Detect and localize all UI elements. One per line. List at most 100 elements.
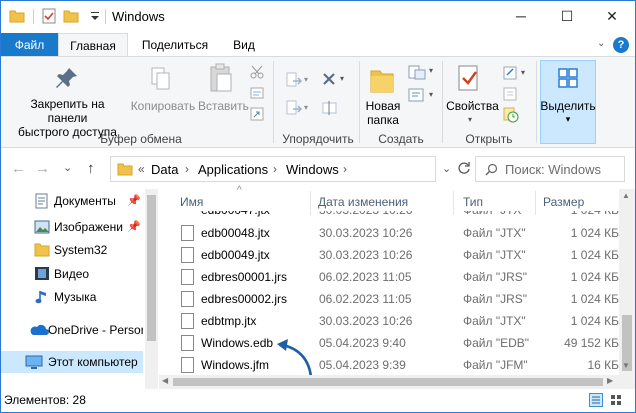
nav-item-video[interactable]: Видео [1,263,143,285]
pin-icon[interactable]: 📌 [127,190,141,212]
column-header-type[interactable]: Тип [463,195,483,209]
pin-icon[interactable] [55,66,79,92]
copy-to-caret-icon[interactable]: ▾ [304,103,308,112]
maximize-button[interactable]: ☐ [544,1,590,32]
tab-home[interactable]: Главная [58,33,128,57]
properties-caret-icon[interactable]: ▾ [468,115,472,124]
open-icon[interactable] [503,65,519,81]
rename-icon[interactable] [322,99,338,117]
folder-icon [34,243,50,257]
table-row[interactable]: edb00047.jtx 30.03.2023 10:26 Файл "JTX"… [171,211,621,221]
minimize-button[interactable]: ─ [498,1,544,32]
table-row[interactable]: edbtmp.jtx 30.03.2023 10:26 Файл "JTX" 1… [171,310,621,332]
copy-to-icon[interactable] [285,99,303,117]
new-item-caret-icon[interactable]: ▾ [429,66,433,75]
customize-qa-icon[interactable] [87,8,103,24]
up-button[interactable]: ↑ [87,160,95,177]
large-icons-view-icon[interactable] [609,393,623,407]
new-item-icon[interactable] [407,63,427,81]
nav-item-this-pc[interactable]: Этот компьютер [1,351,143,373]
nav-item-music[interactable]: Музыка [1,286,143,308]
table-row[interactable]: Windows.jfm 05.04.2023 9:39 Файл "JFM" 1… [171,354,621,376]
nav-item-system32[interactable]: System32 [1,239,143,261]
move-to-caret-icon[interactable]: ▾ [304,75,308,84]
nav-item-documents[interactable]: Документы 📌 [1,190,143,212]
new-folder-button[interactable]: Новая папка [363,99,403,127]
tab-share[interactable]: Поделиться [129,33,221,57]
nav-pane-scrollbar[interactable] [145,189,158,389]
path-separator[interactable]: › [273,162,277,176]
easy-access-caret-icon[interactable]: ▾ [429,90,433,99]
tab-view[interactable]: Вид [223,33,265,57]
ribbon-separator [536,61,537,143]
history-icon[interactable] [503,107,519,123]
address-dropdown-icon[interactable]: ⌄ [442,162,451,175]
scroll-right-icon[interactable]: ▶ [607,376,613,385]
paste-shortcut-icon[interactable] [250,107,264,121]
scroll-up-icon[interactable]: ▲ [622,191,630,200]
search-input[interactable]: Поиск: Windows [475,156,625,182]
path-overflow-icon[interactable]: « [138,162,145,176]
table-row[interactable]: edb00048.jtx 30.03.2023 10:26 Файл "JTX"… [171,222,621,244]
nav-item-onedrive[interactable]: OneDrive - Persor [1,319,143,341]
path-segment[interactable]: Data [151,162,178,177]
file-name: edb00047.jtx [201,211,270,221]
new-folder-icon[interactable] [63,8,79,24]
explorer-window: Windows ─ ☐ ✕ Файл Главная Поделиться Ви… [0,0,636,413]
close-button[interactable]: ✕ [589,1,635,32]
column-header-date[interactable]: Дата изменения [318,195,408,209]
copy-button[interactable]: Копировать [130,99,196,113]
file-date: 06.02.2023 11:05 [319,292,412,306]
path-separator[interactable]: › [343,162,347,176]
delete-icon[interactable] [321,71,337,87]
help-icon[interactable]: ? [613,37,629,53]
scrollbar-thumb[interactable] [147,195,156,341]
delete-caret-icon[interactable]: ▾ [340,74,344,83]
path-segment[interactable]: Windows [286,162,339,177]
recent-locations-button[interactable]: ⌄ [63,161,72,174]
nav-item-label: Видео [54,267,90,281]
properties-check-icon[interactable] [41,8,57,24]
properties-button[interactable]: Свойства [445,99,500,113]
nav-item-label: System32 [54,243,108,257]
scroll-down-icon[interactable]: ▼ [622,361,630,370]
pin-icon[interactable]: 📌 [127,216,141,238]
table-row[interactable]: edbres00001.jrs 06.02.2023 11:05 Файл "J… [171,266,621,288]
ribbon-separator [273,61,274,143]
table-row[interactable]: Windows.edb 05.04.2023 9:40 Файл "EDB" 4… [171,332,621,354]
address-bar[interactable]: « Data › Applications › Windows › [110,156,436,182]
path-separator[interactable]: › [185,162,189,176]
details-view-icon[interactable] [589,393,603,407]
copy-path-icon[interactable] [250,87,264,99]
nav-item-pictures[interactable]: Изображени 📌 [1,216,143,238]
file-list-scrollbar[interactable]: ▲ ▼ [619,189,635,389]
select-button[interactable]: Выделить [540,99,596,113]
tab-file[interactable]: Файл [1,33,58,57]
file-size: 1 024 КБ [570,226,619,240]
open-caret-icon[interactable]: ▾ [521,68,525,77]
table-row[interactable]: edbres00002.jrs 06.02.2023 11:05 Файл "J… [171,288,621,310]
title-bar: Windows ─ ☐ ✕ [1,1,635,32]
cut-icon[interactable] [250,65,264,79]
scroll-left-icon[interactable]: ◀ [162,376,168,385]
back-button[interactable]: ← [11,160,26,177]
ribbon-collapse-icon[interactable]: ⌄ [597,38,605,49]
column-header-size[interactable]: Размер [543,195,584,209]
open-group-label: Открыть [465,132,513,146]
edit-icon[interactable] [503,87,519,101]
sort-indicator-icon: ^ [237,185,242,196]
column-header-name[interactable]: Имя [180,195,203,209]
move-to-icon[interactable] [285,71,303,89]
path-segment[interactable]: Applications [198,162,268,177]
table-row[interactable]: edb00049.jtx 30.03.2023 10:26 Файл "JTX"… [171,244,621,266]
file-list-hscrollbar[interactable]: ◀ ▶ [159,375,619,389]
forward-button[interactable]: → [35,160,50,177]
paste-button[interactable]: Вставить [198,99,249,113]
file-size: 16 КБ [587,358,619,372]
scrollbar-thumb[interactable] [173,378,603,386]
navigation-pane: Документы 📌 Изображени 📌 System32 Видео [1,189,159,389]
select-caret-icon[interactable]: ▾ [540,112,596,126]
refresh-icon[interactable] [457,161,471,175]
file-size: 1 024 КБ [570,270,619,284]
easy-access-icon[interactable] [407,87,427,105]
